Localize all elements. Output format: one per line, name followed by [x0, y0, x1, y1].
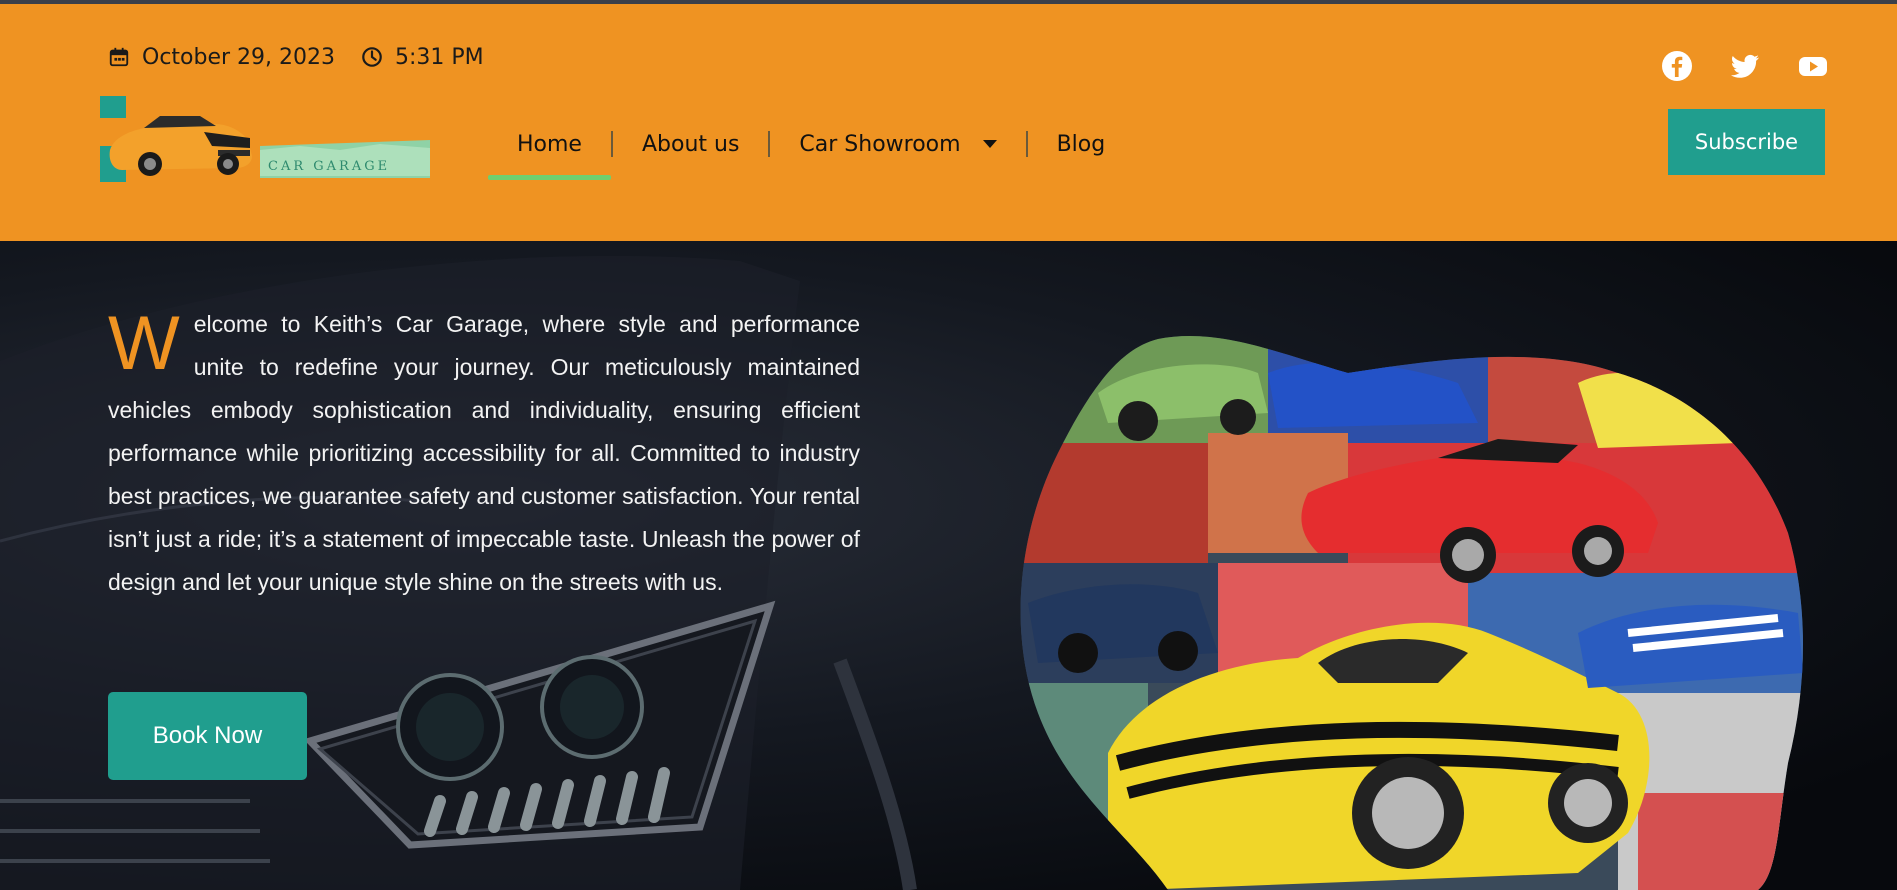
facebook-icon[interactable]	[1661, 50, 1693, 82]
twitter-icon[interactable]	[1729, 50, 1761, 82]
nav-car-showroom[interactable]: Car Showroom	[770, 122, 1025, 166]
car-collage-image	[1020, 335, 1804, 890]
nav-blog-label: Blog	[1056, 131, 1106, 157]
nav-home[interactable]: Home	[488, 122, 611, 180]
date-time-bar: October 29, 2023 5:31 PM	[108, 42, 484, 72]
nav-about-label: About us	[641, 131, 740, 157]
nav-home-label: Home	[517, 131, 582, 157]
nav-about-us[interactable]: About us	[613, 122, 768, 166]
intro-text: elcome to Keith’s Car Garage, where styl…	[108, 311, 860, 595]
caret-down-icon[interactable]	[982, 140, 997, 148]
current-time: 5:31 PM	[395, 44, 484, 70]
youtube-icon[interactable]	[1797, 50, 1829, 82]
clock-icon	[362, 47, 382, 67]
social-links	[1661, 50, 1829, 82]
main-nav: Home About us Car Showroom Blog	[488, 116, 1135, 180]
site-header: October 29, 2023 5:31 PM CAR GARAGE Home…	[0, 0, 1897, 241]
book-now-button[interactable]: Book Now	[108, 692, 307, 780]
current-date: October 29, 2023	[142, 44, 336, 70]
calendar-icon	[109, 47, 129, 67]
intro-dropcap: W	[108, 301, 180, 386]
nav-blog[interactable]: Blog	[1028, 122, 1135, 166]
site-logo[interactable]: CAR GARAGE	[100, 94, 430, 190]
intro-paragraph: W elcome to Keith’s Car Garage, where st…	[108, 303, 860, 604]
logo-text: CAR GARAGE	[268, 159, 390, 174]
hero-section: W elcome to Keith’s Car Garage, where st…	[0, 241, 1897, 890]
subscribe-button[interactable]: Subscribe	[1668, 109, 1825, 175]
nav-showroom-label: Car Showroom	[799, 131, 961, 157]
